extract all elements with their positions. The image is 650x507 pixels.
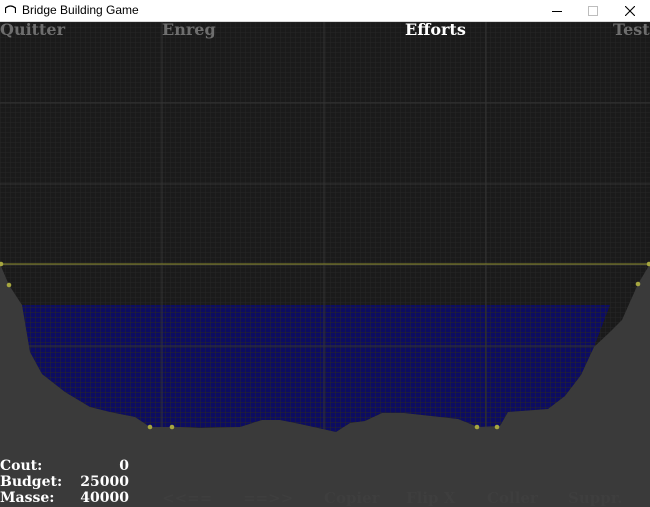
anchor-point <box>6 282 12 288</box>
copy-button[interactable]: Copier <box>324 489 380 507</box>
maximize-button[interactable] <box>573 0 613 21</box>
window-titlebar: Bridge Building Game <box>0 0 650 22</box>
mass-value: 40000 <box>80 490 129 506</box>
menu-test[interactable]: Test <box>613 22 650 39</box>
bridge-icon <box>5 5 16 13</box>
maximize-icon <box>588 5 598 16</box>
game-canvas[interactable]: Quitter Enreg Efforts Test Cout: 0 Budge… <box>0 22 650 507</box>
window-title: Bridge Building Game <box>22 3 139 17</box>
close-icon <box>625 5 635 16</box>
menu-quit[interactable]: Quitter <box>0 22 65 39</box>
delete-button[interactable]: Suppr. <box>568 489 622 507</box>
minimize-button[interactable] <box>537 0 577 21</box>
budget-label: Budget: <box>0 474 63 490</box>
close-button[interactable] <box>610 0 650 21</box>
menu-stress[interactable]: Efforts <box>405 22 466 39</box>
paste-button[interactable]: Coller <box>487 489 538 507</box>
anchor-point <box>169 424 175 430</box>
cost-label: Cout: <box>0 458 43 474</box>
budget-value: 25000 <box>80 474 129 490</box>
game-scene <box>0 22 650 507</box>
cost-value: 0 <box>119 458 129 474</box>
anchor-point <box>147 424 153 430</box>
anchor-point <box>635 281 641 287</box>
next-button[interactable]: ==>> <box>243 489 293 507</box>
menu-save[interactable]: Enreg <box>162 22 216 39</box>
mass-label: Masse: <box>0 490 55 506</box>
anchor-point <box>474 424 480 430</box>
flip-x-button[interactable]: Flip X <box>406 489 455 507</box>
minimize-icon <box>552 10 562 12</box>
prev-button[interactable]: <<== <box>162 489 212 507</box>
anchor-point <box>494 424 500 430</box>
